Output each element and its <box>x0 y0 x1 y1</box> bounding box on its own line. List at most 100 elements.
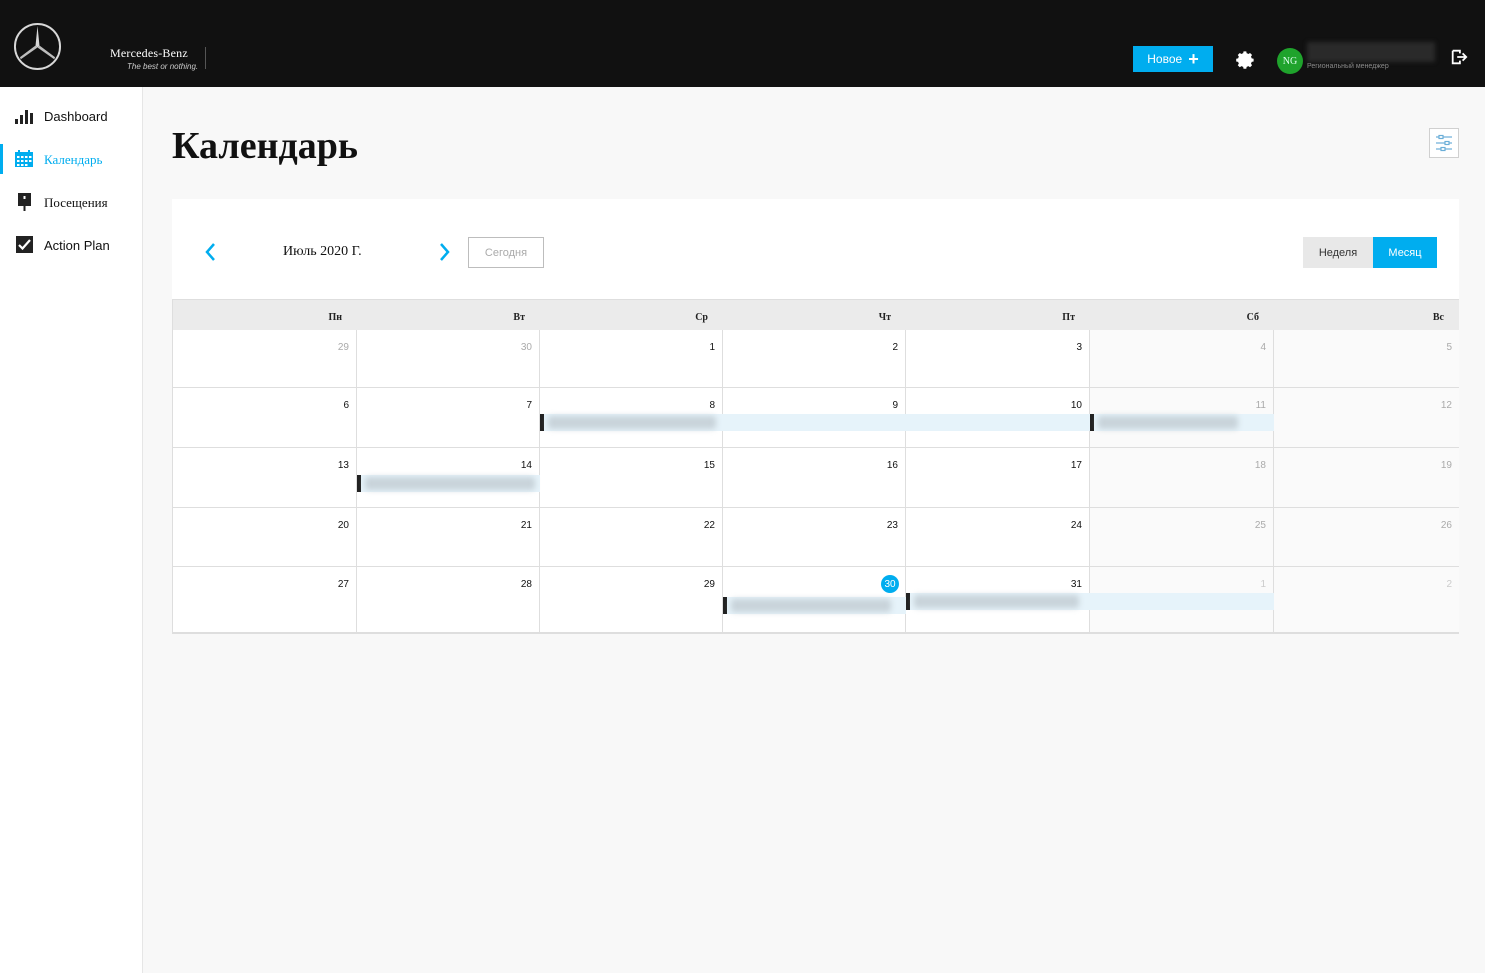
calendar-day-cell[interactable]: 25 <box>1090 508 1274 567</box>
day-number[interactable]: 31 <box>1071 579 1082 590</box>
day-number[interactable]: 3 <box>1076 342 1082 353</box>
day-number[interactable]: 15 <box>704 460 715 471</box>
weekday-label: Пт <box>1062 312 1075 323</box>
calendar-day-cell[interactable]: 19 <box>1274 448 1459 508</box>
day-number[interactable]: 13 <box>338 460 349 471</box>
week-view-button[interactable]: Неделя <box>1303 237 1373 268</box>
calendar-grid: Пн Вт Ср Чт Пт Сб Вс 29 30 1 2 3 4 5 6 7 8 9 10 11 12 13 14 15… <box>172 299 1459 634</box>
day-number[interactable]: 23 <box>887 520 898 531</box>
calendar-day-cell[interactable]: 13 <box>173 448 357 508</box>
calendar-day-cell[interactable]: 29 <box>540 567 723 633</box>
day-number[interactable]: 12 <box>1441 400 1452 411</box>
calendar-event[interactable] <box>723 597 906 614</box>
day-number[interactable]: 29 <box>704 579 715 590</box>
calendar-day-cell[interactable]: 12 <box>1274 388 1459 448</box>
calendar-day-cell[interactable]: 5 <box>1274 330 1459 388</box>
calendar-day-cell[interactable]: 16 <box>723 448 906 508</box>
day-number[interactable]: 28 <box>521 579 532 590</box>
day-number[interactable]: 11 <box>1256 400 1266 411</box>
calendar-day-cell[interactable]: 28 <box>357 567 540 633</box>
mercedes-star-logo[interactable] <box>13 22 62 71</box>
checkbox-icon <box>16 236 33 253</box>
day-number[interactable]: 5 <box>1446 342 1452 353</box>
day-number[interactable]: 7 <box>526 400 532 411</box>
top-bar: Mercedes-Benz The best or nothing. Новое… <box>0 0 1485 87</box>
day-number[interactable]: 2 <box>892 342 898 353</box>
calendar-day-cell[interactable]: 6 <box>173 388 357 448</box>
day-number[interactable]: 18 <box>1255 460 1266 471</box>
day-number[interactable]: 17 <box>1071 460 1082 471</box>
day-number[interactable]: 20 <box>338 520 349 531</box>
sidebar-item-action-plan[interactable]: Action Plan <box>0 230 142 260</box>
calendar-day-cell[interactable]: 2 <box>1274 567 1459 633</box>
day-number[interactable]: 6 <box>343 400 349 411</box>
calendar-day-cell[interactable]: 17 <box>906 448 1090 508</box>
day-number[interactable]: 26 <box>1441 520 1452 531</box>
weekday-label: Чт <box>878 312 891 323</box>
calendar-event[interactable] <box>357 475 540 492</box>
sliders-icon <box>1436 134 1452 152</box>
sidebar-item-label: Календарь <box>44 152 103 167</box>
event-title-redacted <box>548 416 716 429</box>
calendar-event[interactable] <box>1090 414 1274 431</box>
calendar-day-cell[interactable]: 23 <box>723 508 906 567</box>
new-button-label: Новое <box>1147 52 1183 66</box>
month-view-button[interactable]: Месяц <box>1373 237 1437 268</box>
gear-icon[interactable] <box>1234 49 1256 71</box>
today-date-badge[interactable]: 30 <box>881 575 899 593</box>
day-number[interactable]: 21 <box>521 520 532 531</box>
day-number[interactable]: 2 <box>1446 579 1452 590</box>
sidebar-item-visits[interactable]: Посещения <box>0 187 142 217</box>
calendar-event[interactable] <box>540 414 724 431</box>
today-button[interactable]: Сегодня <box>468 237 544 268</box>
calendar-day-cell[interactable]: 4 <box>1090 330 1274 388</box>
sidebar-item-dashboard[interactable]: Dashboard <box>0 101 142 131</box>
day-number[interactable]: 16 <box>887 460 898 471</box>
avatar[interactable]: NG <box>1277 48 1303 74</box>
next-month-arrow-icon[interactable] <box>434 240 454 264</box>
sidebar-item-calendar[interactable]: Календарь <box>0 144 142 174</box>
day-number[interactable]: 8 <box>709 400 715 411</box>
calendar-day-cell[interactable]: 20 <box>173 508 357 567</box>
calendar-day-cell[interactable]: 2 <box>723 330 906 388</box>
calendar-day-cell[interactable]: 3 <box>906 330 1090 388</box>
calendar-day-cell[interactable]: 1 <box>540 330 723 388</box>
calendar-day-cell[interactable]: 30 <box>357 330 540 388</box>
calendar-day-cell[interactable]: 29 <box>173 330 357 388</box>
calendar-event[interactable] <box>1090 593 1274 610</box>
calendar-day-cell[interactable]: 26 <box>1274 508 1459 567</box>
day-number[interactable]: 24 <box>1071 520 1082 531</box>
calendar-event[interactable] <box>724 414 1090 431</box>
filter-settings-button[interactable] <box>1429 128 1459 158</box>
calendar-day-cell[interactable]: 24 <box>906 508 1090 567</box>
weekday-label: Сб <box>1246 312 1259 323</box>
event-title-redacted <box>731 599 891 612</box>
calendar-day-cell[interactable]: 27 <box>173 567 357 633</box>
event-title-redacted <box>914 595 1079 608</box>
day-number[interactable]: 1 <box>709 342 715 353</box>
day-number[interactable]: 22 <box>704 520 715 531</box>
brand-divider <box>205 47 206 69</box>
prev-month-arrow-icon[interactable] <box>201 240 221 264</box>
calendar-day-cell[interactable]: 18 <box>1090 448 1274 508</box>
logout-icon[interactable] <box>1450 48 1468 66</box>
new-button[interactable]: Новое + <box>1133 46 1213 72</box>
current-month-label: Июль 2020 Г. <box>283 244 362 259</box>
calendar-panel: Июль 2020 Г. Сегодня Неделя Месяц Пн Вт Ср… <box>172 199 1459 634</box>
day-number[interactable]: 10 <box>1071 400 1082 411</box>
calendar-day-cell[interactable]: 7 <box>357 388 540 448</box>
brand-tagline: The best or nothing. <box>127 62 199 71</box>
calendar-day-cell[interactable]: 15 <box>540 448 723 508</box>
calendar-day-cell[interactable]: 21 <box>357 508 540 567</box>
day-number[interactable]: 1 <box>1260 579 1266 590</box>
day-number[interactable]: 25 <box>1255 520 1266 531</box>
calendar-day-cell[interactable]: 22 <box>540 508 723 567</box>
calendar-event[interactable] <box>906 593 1090 610</box>
day-number[interactable]: 14 <box>521 460 532 471</box>
day-number[interactable]: 4 <box>1260 342 1266 353</box>
day-number[interactable]: 27 <box>338 579 349 590</box>
day-number[interactable]: 19 <box>1441 460 1452 471</box>
day-number[interactable]: 30 <box>521 342 532 353</box>
day-number[interactable]: 29 <box>338 342 349 353</box>
day-number[interactable]: 9 <box>892 400 898 411</box>
